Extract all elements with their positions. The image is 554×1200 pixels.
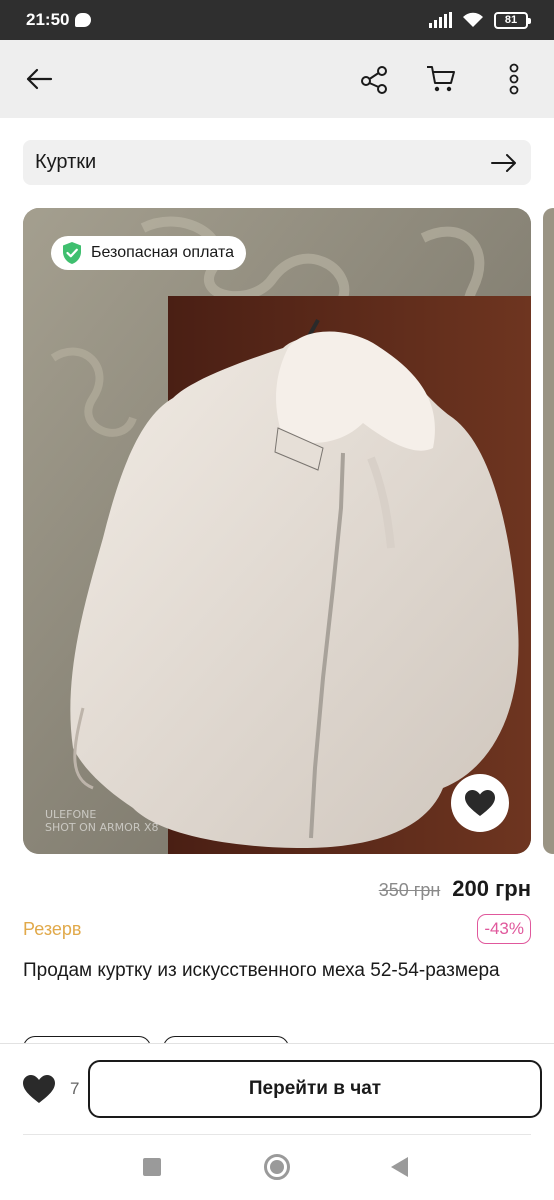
category-link[interactable]: Куртки: [23, 140, 531, 185]
status-time: 21:50: [26, 10, 70, 29]
reserve-status: Резерв: [23, 918, 82, 939]
bottom-action-bar: 7 Перейти в чат: [0, 1043, 554, 1135]
current-price: 200 грн: [452, 876, 531, 901]
more-vertical-icon: [509, 63, 519, 95]
like-count: 7: [70, 1079, 80, 1098]
system-navigation-bar: [0, 1135, 554, 1200]
watermark-line-1: ULEFONE: [45, 808, 97, 821]
discount-badge: -43%: [477, 914, 531, 944]
favorite-button[interactable]: [451, 774, 509, 832]
battery-icon: 81: [494, 11, 531, 29]
product-photo[interactable]: Безопасная оплата ULEFONE SHOT ON ARMOR …: [23, 208, 531, 854]
camera-watermark: ULEFONE SHOT ON ARMOR X8: [45, 808, 159, 834]
watermark-line-2: SHOT ON ARMOR X8: [45, 821, 159, 834]
app-bar: [0, 40, 554, 118]
home-icon[interactable]: [264, 1154, 290, 1180]
category-label: Куртки: [35, 151, 97, 173]
arrow-left-icon: [26, 68, 53, 90]
shield-check-icon: [63, 242, 81, 264]
jacket-photo-image: [23, 208, 531, 854]
cart-icon: [427, 66, 455, 92]
share-button[interactable]: [354, 59, 394, 99]
wifi-icon: [463, 12, 483, 27]
status-indicators: 81: [429, 11, 531, 29]
listing-status-row: Резерв -43%: [23, 912, 531, 946]
like-button[interactable]: 7: [22, 1074, 79, 1104]
status-bar: 21:50 81: [0, 0, 554, 40]
battery-level: 81: [504, 14, 518, 26]
recents-icon[interactable]: [143, 1158, 161, 1176]
go-to-chat-button[interactable]: Перейти в чат: [88, 1060, 542, 1118]
old-price: 350 грн: [378, 880, 441, 900]
back-triangle-icon[interactable]: [391, 1157, 408, 1177]
next-photo-preview[interactable]: [543, 208, 554, 854]
back-button[interactable]: [19, 59, 59, 99]
message-notification-icon: [75, 13, 92, 27]
safe-payment-badge[interactable]: Безопасная оплата: [51, 236, 246, 270]
safe-payment-label: Безопасная оплата: [91, 244, 234, 261]
more-button[interactable]: [494, 59, 534, 99]
share-icon: [361, 66, 387, 94]
heart-icon: [23, 1075, 55, 1103]
heart-icon: [465, 790, 495, 816]
price-row: 350 грн 200 грн: [379, 876, 531, 902]
listing-title: Продам куртку из искусственного меха 52-…: [23, 960, 500, 981]
arrow-right-icon: [489, 151, 519, 175]
cart-button[interactable]: [421, 59, 461, 99]
signal-icon: [429, 12, 452, 28]
